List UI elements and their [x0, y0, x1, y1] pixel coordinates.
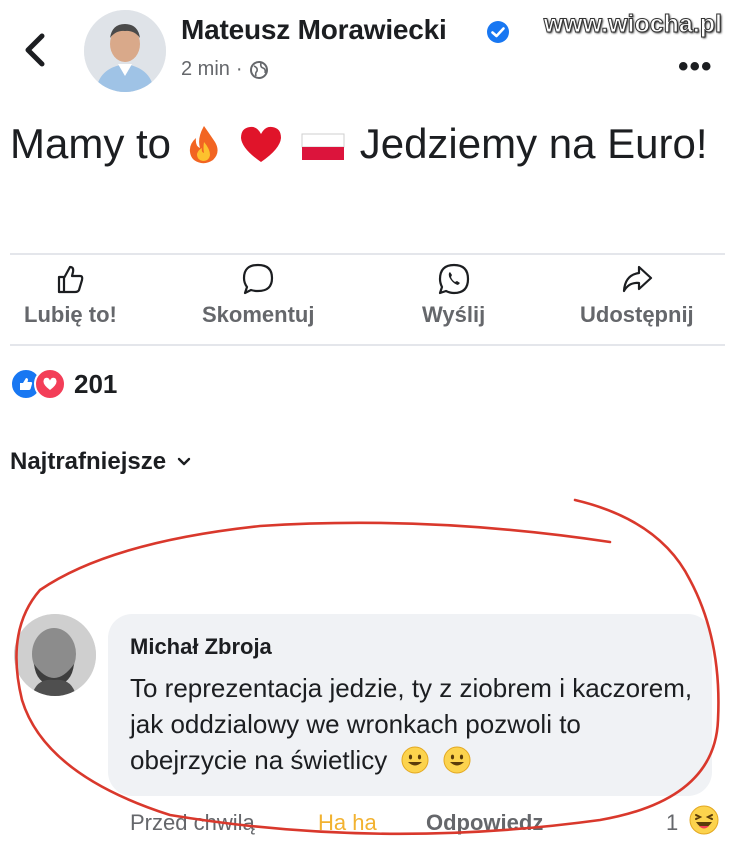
comment-text: To reprezentacja jedzie, ty z ziobrem i … [130, 670, 700, 778]
divider-top [10, 253, 725, 255]
chevron-down-icon [177, 457, 191, 466]
post-action-bar: Lubię to! Skomentuj Wyślij Udostępnij [10, 262, 725, 340]
post-author-name[interactable]: Mateusz Morawiecki [181, 14, 447, 46]
send-button[interactable]: Wyślij [422, 262, 485, 328]
post-text-part1: Mamy to [10, 120, 172, 167]
share-button[interactable]: Udostępnij [580, 262, 694, 328]
haha-reaction-button[interactable]: Ha ha [318, 810, 377, 836]
comment-time[interactable]: Przed chwilą [130, 810, 255, 836]
like-button[interactable]: Lubię to! [24, 262, 117, 328]
person-photo-icon [84, 10, 166, 92]
back-arrow-icon[interactable] [22, 32, 50, 68]
post-meta: 2 min · [181, 58, 269, 81]
post-text: Mamy to Jedziemy na Euro! [10, 118, 710, 170]
watermark: www.wiocha.pl [543, 10, 722, 39]
share-icon [622, 265, 652, 293]
love-reaction-icon [34, 368, 66, 400]
grinning-emoji-icon [443, 746, 471, 774]
comment-reaction-count: 1 [666, 810, 679, 835]
haha-reaction-icon [689, 805, 719, 835]
sort-label: Najtrafniejsze [10, 448, 167, 475]
whatsapp-icon [438, 263, 469, 295]
comment-button[interactable]: Skomentuj [202, 262, 314, 328]
divider-bottom [10, 344, 725, 346]
person-photo-icon [14, 614, 96, 696]
more-options-icon[interactable]: ••• [678, 50, 713, 84]
post-text-part2: Jedziemy na Euro! [359, 120, 708, 167]
commenter-name[interactable]: Michał Zbroja [130, 634, 272, 660]
thumbs-up-icon [58, 265, 84, 294]
author-avatar[interactable] [84, 10, 166, 92]
meta-separator: · [235, 58, 243, 80]
grinning-emoji-icon [401, 746, 429, 774]
reaction-count: 201 [74, 368, 118, 399]
red-heart-emoji-icon [241, 126, 282, 162]
fire-emoji-icon [189, 126, 218, 164]
reply-button[interactable]: Odpowiedz [426, 810, 543, 836]
commenter-avatar[interactable] [14, 614, 96, 696]
post-time[interactable]: 2 min [181, 58, 230, 81]
comment-sort-dropdown[interactable]: Najtrafniejsze [10, 448, 192, 476]
comment-icon [243, 263, 274, 295]
reaction-summary[interactable]: 201 [10, 368, 117, 400]
comment-label: Skomentuj [202, 302, 315, 327]
like-label: Lubię to! [24, 302, 117, 327]
globe-icon [249, 60, 268, 79]
share-label: Udostępnij [580, 302, 694, 327]
verified-badge-icon [487, 21, 509, 43]
send-label: Wyślij [422, 302, 486, 327]
poland-flag-emoji-icon [301, 133, 345, 160]
